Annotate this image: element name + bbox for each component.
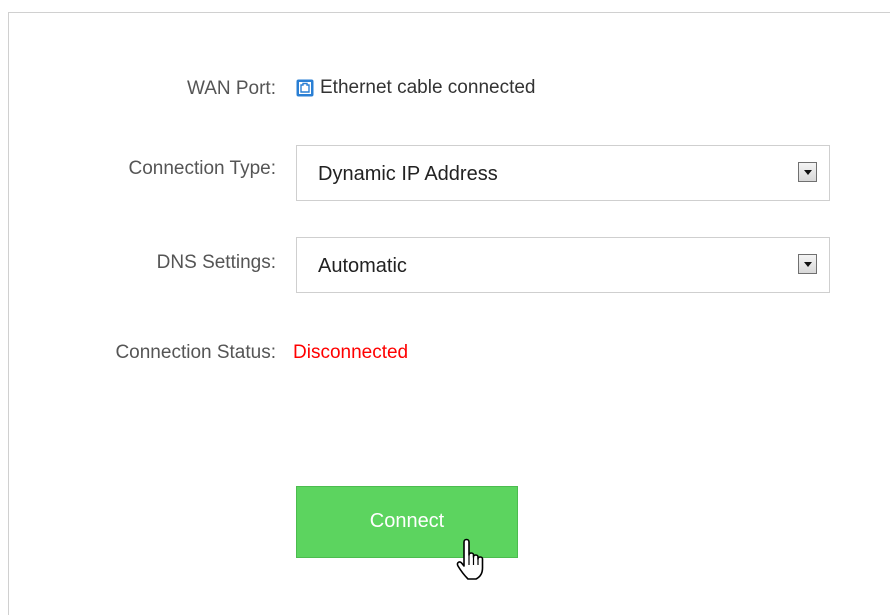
- connection-status-value: Disconnected: [293, 342, 409, 363]
- dns-settings-select[interactable]: Automatic: [296, 237, 830, 293]
- ethernet-port-icon: [296, 79, 314, 97]
- connection-type-select[interactable]: Dynamic IP Address: [296, 145, 830, 201]
- wan-port-status-text: Ethernet cable connected: [320, 77, 536, 98]
- chevron-down-icon[interactable]: [798, 254, 817, 274]
- connection-type-label: Connection Type:: [128, 158, 276, 179]
- dns-settings-label: DNS Settings:: [156, 252, 276, 273]
- wan-port-label: WAN Port:: [186, 78, 276, 99]
- connect-button[interactable]: Connect: [296, 486, 518, 558]
- dns-settings-value: Automatic: [318, 255, 407, 277]
- chevron-down-icon[interactable]: [798, 162, 817, 182]
- connection-type-value: Dynamic IP Address: [318, 163, 498, 185]
- connection-status-label: Connection Status:: [115, 342, 276, 363]
- wan-port-status: Ethernet cable connected: [296, 76, 536, 100]
